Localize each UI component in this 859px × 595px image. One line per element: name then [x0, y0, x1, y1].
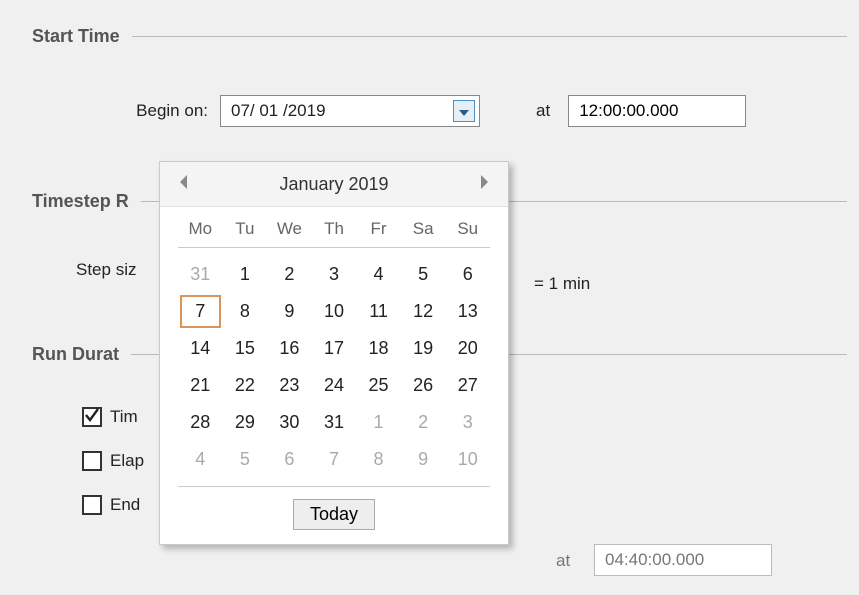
calendar-day[interactable]: 8 [356, 441, 401, 478]
calendar-day[interactable]: 10 [445, 441, 490, 478]
calendar-day[interactable]: 5 [223, 441, 268, 478]
calendar-day[interactable]: 15 [223, 330, 268, 367]
calendar-day[interactable]: 8 [223, 293, 268, 330]
divider [178, 247, 490, 248]
calendar-dow: We [267, 213, 312, 247]
calendar-next-button[interactable] [470, 170, 498, 198]
begin-on-label: Begin on: [128, 101, 208, 121]
chevron-down-icon [459, 101, 469, 121]
checkbox-timesteps[interactable] [82, 407, 102, 427]
checkbox-end[interactable] [82, 495, 102, 515]
calendar-day[interactable]: 31 [312, 404, 357, 441]
checkbox-elapsed[interactable] [82, 451, 102, 471]
calendar-day[interactable]: 11 [356, 293, 401, 330]
calendar-day[interactable]: 28 [178, 404, 223, 441]
calendar-day[interactable]: 14 [178, 330, 223, 367]
calendar-day[interactable]: 3 [312, 256, 357, 293]
calendar-day[interactable]: 6 [445, 256, 490, 293]
calendar-day[interactable]: 2 [267, 256, 312, 293]
calendar-day[interactable]: 2 [401, 404, 446, 441]
step-size-equals: = 1 min [534, 274, 590, 294]
check-icon [85, 407, 99, 427]
today-button[interactable]: Today [293, 499, 375, 530]
calendar-day[interactable]: 1 [356, 404, 401, 441]
calendar-dow: Tu [223, 213, 268, 247]
calendar-dow: Mo [178, 213, 223, 247]
calendar-day[interactable]: 16 [267, 330, 312, 367]
option-elapsed-label: Elap [110, 451, 144, 471]
calendar-day[interactable]: 4 [356, 256, 401, 293]
calendar-day[interactable]: 19 [401, 330, 446, 367]
date-dropdown-button[interactable] [453, 100, 475, 122]
calendar-dow: Sa [401, 213, 446, 247]
calendar-footer: Today [160, 487, 508, 544]
calendar-day[interactable]: 21 [178, 367, 223, 404]
calendar-day[interactable]: 26 [401, 367, 446, 404]
calendar-day[interactable]: 22 [223, 367, 268, 404]
option-end-label: End [110, 495, 140, 515]
calendar-day[interactable]: 12 [401, 293, 446, 330]
calendar-day[interactable]: 5 [401, 256, 446, 293]
calendar-body: MoTuWeThFrSaSu31123456789101112131415161… [160, 207, 508, 482]
section-title-start-time: Start Time [32, 26, 132, 47]
calendar-day[interactable]: 9 [267, 293, 312, 330]
calendar-day[interactable]: 24 [312, 367, 357, 404]
calendar-grid: MoTuWeThFrSaSu31123456789101112131415161… [178, 213, 490, 478]
calendar-day[interactable]: 7 [178, 293, 223, 330]
calendar-dow: Fr [356, 213, 401, 247]
begin-date-field[interactable]: 07/ 01 /2019 [220, 95, 480, 127]
calendar-prev-button[interactable] [170, 170, 198, 198]
begin-date-value: 07/ 01 /2019 [221, 101, 453, 121]
calendar-day[interactable]: 6 [267, 441, 312, 478]
calendar-day[interactable]: 17 [312, 330, 357, 367]
calendar-day[interactable]: 3 [445, 404, 490, 441]
chevron-left-icon [179, 174, 189, 194]
calendar-day[interactable]: 7 [312, 441, 357, 478]
calendar-day[interactable]: 27 [445, 367, 490, 404]
calendar-popup: January 2019 MoTuWeThFrSaSu3112345678910… [159, 161, 509, 545]
calendar-day[interactable]: 30 [267, 404, 312, 441]
divider [132, 36, 847, 37]
section-start-time: Start Time [32, 26, 847, 47]
calendar-day[interactable]: 25 [356, 367, 401, 404]
calendar-title: January 2019 [279, 174, 388, 195]
calendar-day[interactable]: 23 [267, 367, 312, 404]
calendar-day[interactable]: 9 [401, 441, 446, 478]
calendar-header: January 2019 [160, 162, 508, 207]
calendar-day[interactable]: 1 [223, 256, 268, 293]
calendar-dow: Th [312, 213, 357, 247]
chevron-right-icon [479, 174, 489, 194]
section-title-run-duration: Run Durat [32, 344, 131, 365]
calendar-day[interactable]: 31 [178, 256, 223, 293]
calendar-day[interactable]: 18 [356, 330, 401, 367]
at-label: at [536, 101, 550, 121]
calendar-day[interactable]: 4 [178, 441, 223, 478]
calendar-dow: Su [445, 213, 490, 247]
calendar-day[interactable]: 29 [223, 404, 268, 441]
begin-time-input[interactable] [568, 95, 746, 127]
calendar-day[interactable]: 20 [445, 330, 490, 367]
settings-form: Start Time Begin on: 07/ 01 /2019 at Tim… [0, 26, 859, 595]
end-time-input[interactable] [594, 544, 772, 576]
step-size-label: Step siz [76, 260, 136, 280]
end-at-label: at [556, 551, 570, 571]
calendar-day[interactable]: 10 [312, 293, 357, 330]
option-timesteps-label: Tim [110, 407, 138, 427]
begin-row: Begin on: 07/ 01 /2019 at [128, 95, 859, 127]
section-title-timestep: Timestep R [32, 191, 141, 212]
calendar-day[interactable]: 13 [445, 293, 490, 330]
